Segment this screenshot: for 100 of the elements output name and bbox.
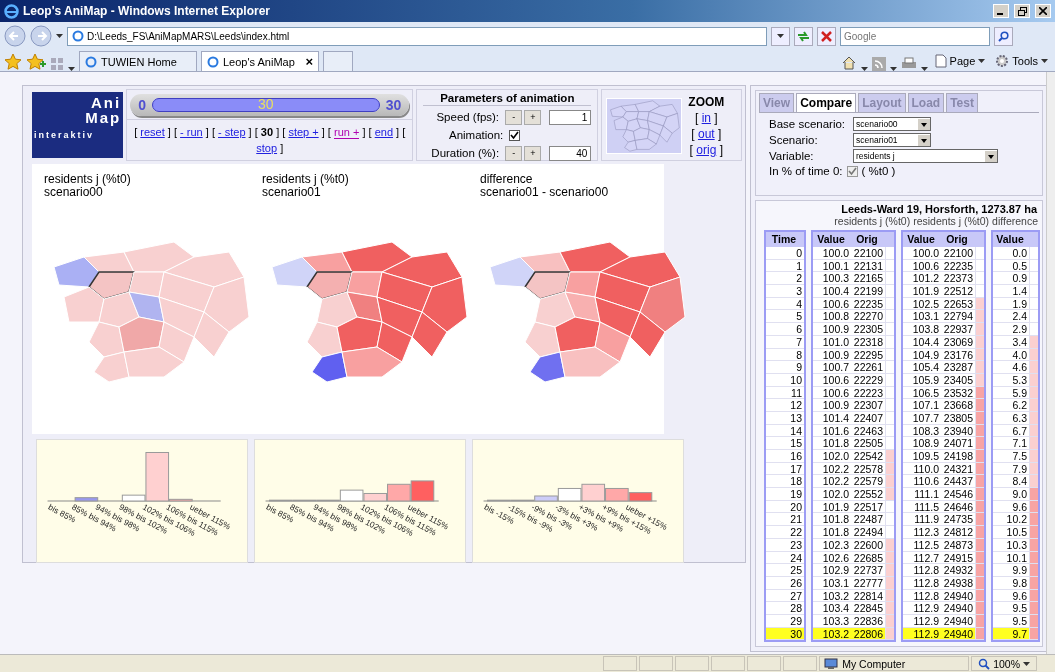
table-cell: 111.1 xyxy=(903,488,941,501)
step-link[interactable]: - run xyxy=(180,126,203,138)
table-cell: 2 xyxy=(766,272,804,286)
scenario-select[interactable]: scenario01 xyxy=(853,133,931,147)
animation-checkbox[interactable] xyxy=(509,129,521,141)
field-label: Variable: xyxy=(769,150,815,162)
search-button[interactable] xyxy=(994,26,1013,46)
browser-logo-icon xyxy=(4,3,19,19)
table-cell: 110.6 xyxy=(903,475,941,489)
zoom-level-button[interactable]: 100% xyxy=(971,656,1037,671)
table-cell: 102.0 xyxy=(813,488,851,501)
histogram-bar xyxy=(581,483,606,502)
table-title: Leeds-Ward 19, Horsforth, 1273.87 ha xyxy=(840,203,1039,215)
dropdown-button[interactable] xyxy=(771,26,790,46)
caret-icon xyxy=(777,34,784,38)
table-cell: 22552 xyxy=(851,488,885,501)
table-cell: 24198 xyxy=(941,450,975,463)
table-cell: 105.4 xyxy=(903,361,941,374)
table-cell: 25 xyxy=(766,564,804,577)
map-thumbnail[interactable] xyxy=(606,98,683,154)
map-title: residents j (%t0) xyxy=(262,173,350,186)
close-button[interactable] xyxy=(1035,4,1051,18)
increase-button[interactable]: + xyxy=(524,109,542,125)
step-link[interactable]: step + xyxy=(288,126,319,138)
base-scenario-select[interactable]: scenario00 xyxy=(853,117,931,131)
table-cell: 7.1 xyxy=(993,437,1029,450)
printer-icon[interactable] xyxy=(900,57,917,71)
table-cell: 28 xyxy=(766,602,804,615)
table-cell: 101.9 xyxy=(903,285,941,298)
decrease-button[interactable]: - xyxy=(505,109,523,125)
table-cell: 107.1 xyxy=(903,399,941,412)
favorites-star-icon[interactable] xyxy=(4,53,22,71)
forward-button[interactable] xyxy=(30,25,52,47)
step-link[interactable]: stop xyxy=(256,142,278,154)
tab-grid-icon[interactable] xyxy=(50,57,64,71)
table-cell: 3 xyxy=(766,285,804,298)
caret-icon xyxy=(68,67,75,71)
table-cell: 102.0 xyxy=(813,450,851,463)
zoom-link[interactable]: orig xyxy=(696,143,717,157)
table-cell: 0.0 xyxy=(993,247,1029,260)
stop-button[interactable] xyxy=(817,26,836,46)
browser-tab[interactable]: Leop's AniMap × xyxy=(201,51,319,71)
table-cell: 103.1 xyxy=(903,310,941,324)
step-link[interactable]: reset xyxy=(140,126,165,138)
map-subtitle: scenario00 xyxy=(44,186,103,199)
field-label: Scenario: xyxy=(769,134,819,146)
new-tab-button[interactable] xyxy=(323,51,353,71)
table-cell: 21 xyxy=(766,513,804,527)
duration-field[interactable]: 40 xyxy=(549,145,592,161)
toolbar-menu-button[interactable]: Page xyxy=(931,51,989,71)
table-cell: 22505 xyxy=(851,437,885,450)
time-slider[interactable]: 0 30 30 xyxy=(130,93,410,116)
browser-tab[interactable]: TUWIEN Home xyxy=(79,51,197,71)
table-cell: 19 xyxy=(766,488,804,501)
table-cell: 108.9 xyxy=(903,437,941,450)
home-icon[interactable] xyxy=(840,55,857,71)
table-cell: 18 xyxy=(766,475,804,489)
field-label: In % of time 0: xyxy=(769,165,843,177)
tab-close-button[interactable]: × xyxy=(305,54,313,69)
percent-checkbox[interactable] xyxy=(846,165,858,177)
table-cell: 10.2 xyxy=(993,513,1029,527)
step-link[interactable]: run + xyxy=(334,126,360,139)
panel-tab[interactable]: Compare xyxy=(796,93,857,112)
slider-min-label: 0 xyxy=(138,96,146,113)
back-button[interactable] xyxy=(4,25,26,47)
table-cell: 1.4 xyxy=(993,285,1029,298)
status-bar-pane xyxy=(603,656,638,671)
table-cell: 100.4 xyxy=(813,285,851,298)
zoom-link[interactable]: in xyxy=(701,111,711,125)
increase-button[interactable]: + xyxy=(524,145,542,161)
search-field[interactable]: Google xyxy=(840,26,990,46)
status-bar-pane xyxy=(711,656,746,671)
address-field[interactable]: D:\Leeds_FS\AniMapMARS\Leeds\index.html xyxy=(67,26,767,46)
table-cell: 9.5 xyxy=(993,602,1029,615)
table-cell: 100.9 xyxy=(813,399,851,412)
table-cell: 112.9 xyxy=(903,602,941,615)
caret-icon xyxy=(920,67,928,71)
status-bar-pane xyxy=(747,656,782,671)
table-cell: 22199 xyxy=(851,285,885,298)
feed-icon[interactable] xyxy=(871,57,886,71)
step-link[interactable]: - step xyxy=(218,126,246,138)
minimize-button[interactable] xyxy=(993,4,1009,18)
magnifier-icon xyxy=(978,657,991,670)
table-cell: 12 xyxy=(766,399,804,412)
add-favorite-icon[interactable] xyxy=(26,53,46,71)
table-cell: 100.8 xyxy=(813,310,851,324)
parameter-label: Duration (%): xyxy=(430,147,501,159)
table-cell: 101.2 xyxy=(903,272,941,286)
zoom-link[interactable]: out xyxy=(697,127,715,141)
toolbar-menu-button[interactable]: Tools xyxy=(992,51,1051,71)
table-cell: 112.8 xyxy=(903,564,941,577)
stop-icon xyxy=(821,30,832,42)
restore-button[interactable] xyxy=(1014,4,1030,18)
table-cell: 0.9 xyxy=(993,272,1029,286)
table-cell: 100.9 xyxy=(813,323,851,336)
step-link[interactable]: end xyxy=(374,126,394,138)
decrease-button[interactable]: - xyxy=(505,145,523,161)
histogram-bar xyxy=(410,480,435,502)
speed-field[interactable]: 1 xyxy=(549,109,592,125)
variable-select[interactable]: residents j xyxy=(853,149,998,163)
